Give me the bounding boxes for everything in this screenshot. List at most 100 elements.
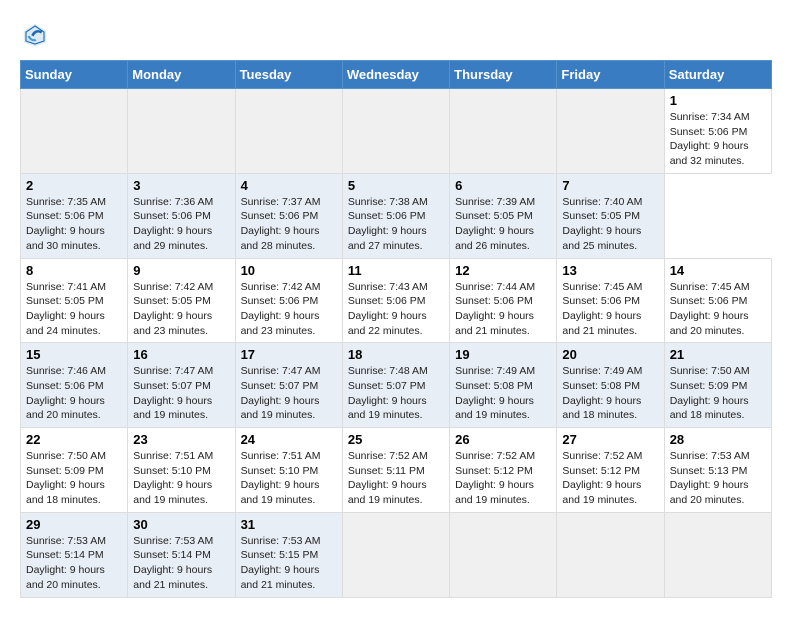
day-info: Sunrise: 7:42 AMSunset: 5:05 PMDaylight:… <box>133 280 229 339</box>
day-number: 21 <box>670 347 766 362</box>
day-of-week-header: Sunday <box>21 61 128 89</box>
day-info: Sunrise: 7:45 AMSunset: 5:06 PMDaylight:… <box>562 280 658 339</box>
calendar-week-row: 22 Sunrise: 7:50 AMSunset: 5:09 PMDaylig… <box>21 428 772 513</box>
calendar-week-row: 1 Sunrise: 7:34 AMSunset: 5:06 PMDayligh… <box>21 89 772 174</box>
empty-cell <box>342 89 449 174</box>
calendar-day-cell: 6 Sunrise: 7:39 AMSunset: 5:05 PMDayligh… <box>450 173 557 258</box>
day-info: Sunrise: 7:53 AMSunset: 5:14 PMDaylight:… <box>26 534 122 593</box>
day-number: 20 <box>562 347 658 362</box>
day-number: 7 <box>562 178 658 193</box>
calendar-day-cell: 14 Sunrise: 7:45 AMSunset: 5:06 PMDaylig… <box>664 258 771 343</box>
day-number: 23 <box>133 432 229 447</box>
day-number: 18 <box>348 347 444 362</box>
day-info: Sunrise: 7:50 AMSunset: 5:09 PMDaylight:… <box>670 364 766 423</box>
day-of-week-header: Tuesday <box>235 61 342 89</box>
calendar-day-cell: 26 Sunrise: 7:52 AMSunset: 5:12 PMDaylig… <box>450 428 557 513</box>
day-of-week-header: Friday <box>557 61 664 89</box>
day-number: 13 <box>562 263 658 278</box>
calendar-day-cell: 18 Sunrise: 7:48 AMSunset: 5:07 PMDaylig… <box>342 343 449 428</box>
calendar-week-row: 15 Sunrise: 7:46 AMSunset: 5:06 PMDaylig… <box>21 343 772 428</box>
calendar-day-cell: 10 Sunrise: 7:42 AMSunset: 5:06 PMDaylig… <box>235 258 342 343</box>
day-info: Sunrise: 7:53 AMSunset: 5:13 PMDaylight:… <box>670 449 766 508</box>
calendar-day-cell: 17 Sunrise: 7:47 AMSunset: 5:07 PMDaylig… <box>235 343 342 428</box>
page-header <box>20 20 772 50</box>
calendar-day-cell: 21 Sunrise: 7:50 AMSunset: 5:09 PMDaylig… <box>664 343 771 428</box>
calendar-day-cell: 12 Sunrise: 7:44 AMSunset: 5:06 PMDaylig… <box>450 258 557 343</box>
empty-cell <box>128 89 235 174</box>
day-number: 31 <box>241 517 337 532</box>
day-number: 5 <box>348 178 444 193</box>
day-number: 16 <box>133 347 229 362</box>
day-info: Sunrise: 7:52 AMSunset: 5:11 PMDaylight:… <box>348 449 444 508</box>
calendar-day-cell: 25 Sunrise: 7:52 AMSunset: 5:11 PMDaylig… <box>342 428 449 513</box>
empty-cell <box>450 89 557 174</box>
day-info: Sunrise: 7:46 AMSunset: 5:06 PMDaylight:… <box>26 364 122 423</box>
calendar-day-cell: 13 Sunrise: 7:45 AMSunset: 5:06 PMDaylig… <box>557 258 664 343</box>
calendar-day-cell: 29 Sunrise: 7:53 AMSunset: 5:14 PMDaylig… <box>21 512 128 597</box>
empty-cell <box>235 89 342 174</box>
day-info: Sunrise: 7:52 AMSunset: 5:12 PMDaylight:… <box>562 449 658 508</box>
day-info: Sunrise: 7:34 AMSunset: 5:06 PMDaylight:… <box>670 110 766 169</box>
day-info: Sunrise: 7:53 AMSunset: 5:14 PMDaylight:… <box>133 534 229 593</box>
day-info: Sunrise: 7:47 AMSunset: 5:07 PMDaylight:… <box>133 364 229 423</box>
empty-cell <box>664 512 771 597</box>
calendar-week-row: 2 Sunrise: 7:35 AMSunset: 5:06 PMDayligh… <box>21 173 772 258</box>
calendar-day-cell: 23 Sunrise: 7:51 AMSunset: 5:10 PMDaylig… <box>128 428 235 513</box>
day-info: Sunrise: 7:39 AMSunset: 5:05 PMDaylight:… <box>455 195 551 254</box>
calendar-day-cell: 7 Sunrise: 7:40 AMSunset: 5:05 PMDayligh… <box>557 173 664 258</box>
day-info: Sunrise: 7:41 AMSunset: 5:05 PMDaylight:… <box>26 280 122 339</box>
day-info: Sunrise: 7:51 AMSunset: 5:10 PMDaylight:… <box>133 449 229 508</box>
day-info: Sunrise: 7:50 AMSunset: 5:09 PMDaylight:… <box>26 449 122 508</box>
calendar-day-cell: 15 Sunrise: 7:46 AMSunset: 5:06 PMDaylig… <box>21 343 128 428</box>
day-number: 10 <box>241 263 337 278</box>
day-number: 8 <box>26 263 122 278</box>
day-info: Sunrise: 7:35 AMSunset: 5:06 PMDaylight:… <box>26 195 122 254</box>
day-info: Sunrise: 7:49 AMSunset: 5:08 PMDaylight:… <box>562 364 658 423</box>
day-info: Sunrise: 7:48 AMSunset: 5:07 PMDaylight:… <box>348 364 444 423</box>
day-info: Sunrise: 7:52 AMSunset: 5:12 PMDaylight:… <box>455 449 551 508</box>
day-info: Sunrise: 7:38 AMSunset: 5:06 PMDaylight:… <box>348 195 444 254</box>
day-number: 30 <box>133 517 229 532</box>
day-number: 25 <box>348 432 444 447</box>
calendar-day-cell: 19 Sunrise: 7:49 AMSunset: 5:08 PMDaylig… <box>450 343 557 428</box>
calendar-day-cell: 16 Sunrise: 7:47 AMSunset: 5:07 PMDaylig… <box>128 343 235 428</box>
calendar-day-cell: 27 Sunrise: 7:52 AMSunset: 5:12 PMDaylig… <box>557 428 664 513</box>
calendar-day-cell: 1 Sunrise: 7:34 AMSunset: 5:06 PMDayligh… <box>664 89 771 174</box>
calendar-day-cell: 31 Sunrise: 7:53 AMSunset: 5:15 PMDaylig… <box>235 512 342 597</box>
day-number: 3 <box>133 178 229 193</box>
logo-icon <box>20 20 50 50</box>
day-number: 14 <box>670 263 766 278</box>
day-number: 17 <box>241 347 337 362</box>
day-info: Sunrise: 7:44 AMSunset: 5:06 PMDaylight:… <box>455 280 551 339</box>
calendar-day-cell: 20 Sunrise: 7:49 AMSunset: 5:08 PMDaylig… <box>557 343 664 428</box>
logo <box>20 20 56 50</box>
calendar-day-cell: 8 Sunrise: 7:41 AMSunset: 5:05 PMDayligh… <box>21 258 128 343</box>
calendar-day-cell: 2 Sunrise: 7:35 AMSunset: 5:06 PMDayligh… <box>21 173 128 258</box>
day-info: Sunrise: 7:42 AMSunset: 5:06 PMDaylight:… <box>241 280 337 339</box>
day-info: Sunrise: 7:53 AMSunset: 5:15 PMDaylight:… <box>241 534 337 593</box>
day-info: Sunrise: 7:43 AMSunset: 5:06 PMDaylight:… <box>348 280 444 339</box>
day-info: Sunrise: 7:36 AMSunset: 5:06 PMDaylight:… <box>133 195 229 254</box>
calendar-day-cell: 9 Sunrise: 7:42 AMSunset: 5:05 PMDayligh… <box>128 258 235 343</box>
calendar-day-cell: 28 Sunrise: 7:53 AMSunset: 5:13 PMDaylig… <box>664 428 771 513</box>
day-of-week-header: Monday <box>128 61 235 89</box>
day-number: 11 <box>348 263 444 278</box>
day-number: 15 <box>26 347 122 362</box>
day-number: 19 <box>455 347 551 362</box>
day-number: 1 <box>670 93 766 108</box>
day-info: Sunrise: 7:45 AMSunset: 5:06 PMDaylight:… <box>670 280 766 339</box>
day-number: 4 <box>241 178 337 193</box>
day-of-week-header: Thursday <box>450 61 557 89</box>
calendar-day-cell: 24 Sunrise: 7:51 AMSunset: 5:10 PMDaylig… <box>235 428 342 513</box>
day-number: 26 <box>455 432 551 447</box>
day-of-week-header: Wednesday <box>342 61 449 89</box>
day-number: 28 <box>670 432 766 447</box>
day-number: 6 <box>455 178 551 193</box>
day-number: 24 <box>241 432 337 447</box>
calendar-week-row: 29 Sunrise: 7:53 AMSunset: 5:14 PMDaylig… <box>21 512 772 597</box>
day-of-week-header: Saturday <box>664 61 771 89</box>
empty-cell <box>557 89 664 174</box>
day-number: 12 <box>455 263 551 278</box>
calendar-day-cell: 5 Sunrise: 7:38 AMSunset: 5:06 PMDayligh… <box>342 173 449 258</box>
day-info: Sunrise: 7:49 AMSunset: 5:08 PMDaylight:… <box>455 364 551 423</box>
